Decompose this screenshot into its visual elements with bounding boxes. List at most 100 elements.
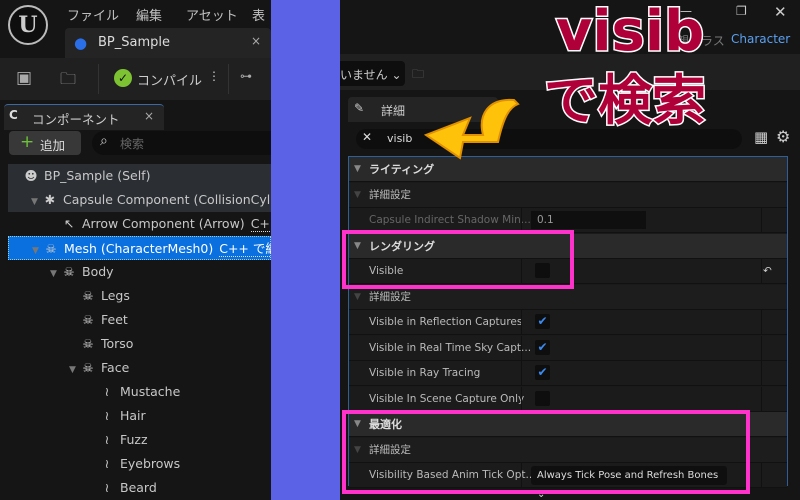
tree-item[interactable]: ≀ Mustache — [8, 380, 271, 404]
tree-item-label: Fuzz — [120, 432, 148, 447]
column-divider — [761, 259, 762, 283]
menu-edit[interactable]: 編集 — [136, 5, 162, 24]
column-divider — [521, 208, 522, 232]
advanced-subheader[interactable]: ▼ 詳細設定 — [349, 182, 787, 208]
skeleton-icon: ☠ — [82, 312, 94, 327]
tree-item-label: Capsule Component (CollisionCylinder) — [63, 192, 271, 207]
expand-triangle-icon[interactable]: ▼ — [69, 358, 81, 382]
annotation-text-search: で検索 — [543, 68, 708, 133]
tree-item[interactable]: ▼ ☠ Face — [8, 356, 271, 380]
dropdown-value: いません — [340, 68, 388, 82]
divider-band — [271, 0, 340, 500]
divider — [98, 64, 99, 94]
highlight-box-rendering — [342, 230, 574, 289]
edit-in-cpp-link[interactable]: C++ で編集 — [219, 241, 271, 257]
close-components-icon[interactable]: × — [144, 109, 154, 123]
tree-item-label: Torso — [101, 336, 134, 351]
tree-item[interactable]: ☠ Torso — [8, 332, 271, 356]
tree-item[interactable]: ≀ Eyebrows — [8, 452, 271, 476]
restore-icon[interactable]: ❐ — [736, 4, 747, 18]
compile-button[interactable]: コンパイル — [137, 70, 202, 89]
search-placeholder: 検索 — [120, 137, 145, 151]
reset-to-default-icon[interactable]: ↶ — [763, 259, 772, 284]
checkbox-unchecked[interactable] — [535, 390, 550, 406]
close-tab-icon[interactable]: × — [251, 34, 261, 48]
components-search-input[interactable]: ⌕ 検索 — [92, 131, 271, 155]
compile-check-icon: ✓ — [114, 69, 132, 87]
unreal-logo[interactable]: U — [8, 5, 48, 45]
skeleton-icon: ☠ — [82, 360, 94, 375]
add-component-button[interactable]: + 追加 — [9, 131, 81, 155]
skeleton-icon: ☠ — [45, 241, 57, 256]
hair-icon: ≀ — [104, 480, 110, 495]
save-icon[interactable]: ▣ — [16, 68, 32, 88]
column-divider — [761, 335, 762, 360]
expand-triangle-icon[interactable]: ▼ — [50, 262, 62, 286]
property-label: 詳細設定 — [369, 188, 411, 201]
tree-item[interactable]: ☻ BP_Sample (Self) — [8, 164, 271, 188]
blueprint-icon: ● — [74, 34, 88, 52]
browse-icon[interactable]: 🗀 — [60, 68, 76, 95]
tree-item[interactable]: ▼✱ Capsule Component (CollisionCylinder) — [8, 188, 271, 212]
property-label: Visible in Ray Tracing — [369, 367, 481, 379]
tree-item-label: Face — [101, 360, 130, 375]
checkbox-checked[interactable]: ✔ — [535, 365, 550, 380]
property-row: Visible in Real Time Sky Capt... ✔ — [349, 335, 787, 361]
diff-icon[interactable]: ⊶ — [240, 69, 252, 83]
collapse-triangle-icon[interactable]: ▼ — [354, 183, 361, 208]
add-label: 追加 — [40, 138, 66, 153]
collapse-triangle-icon[interactable]: ▼ — [354, 157, 361, 182]
checkbox-checked[interactable]: ✔ — [535, 339, 550, 355]
tree-item[interactable]: ☠ Legs — [8, 284, 271, 308]
tree-item-label: Arrow Component (Arrow) — [82, 216, 245, 231]
components-title: コンポーネント — [32, 112, 120, 127]
expand-triangle-icon[interactable]: ▼ — [31, 190, 43, 214]
hair-icon: ≀ — [104, 408, 110, 423]
menu-asset[interactable]: アセット — [186, 5, 238, 24]
tree-item[interactable]: ≀ Beard — [8, 476, 271, 500]
components-tab[interactable]: C コンポーネント × — [4, 104, 164, 130]
debug-filter-dropdown[interactable]: いません ⌄ — [340, 61, 405, 86]
tree-item[interactable]: ≀ Hair — [8, 404, 271, 428]
yellow-arrow-annotation — [423, 98, 520, 160]
pencil-icon: ✎ — [354, 101, 365, 115]
checkbox-checked[interactable]: ✔ — [535, 314, 550, 329]
property-matrix-icon[interactable]: ▦ — [754, 128, 768, 146]
search-icon: ⌕ — [100, 133, 108, 149]
tree-item[interactable]: ↖ Arrow Component (Arrow) C++ で編集 — [8, 212, 271, 236]
numeric-input[interactable]: 0.1 — [531, 211, 646, 229]
tree-item[interactable]: ▼ ☠ Body — [8, 260, 271, 284]
tree-item[interactable]: ≀ Fuzz — [8, 428, 271, 452]
details-panel-screenshot: — ❐ ✕ 親クラス Character いません ⌄ 🗀 ✎ 詳細 ✕ vis… — [340, 0, 800, 500]
settings-gear-icon[interactable]: ⚙ — [776, 127, 790, 146]
column-divider — [761, 310, 762, 334]
category-header[interactable]: ▼ ライティング — [349, 157, 787, 182]
tree-item[interactable]: ☠ Feet — [8, 308, 271, 332]
details-search-input[interactable]: ✕ visib — [356, 129, 742, 149]
highlight-box-optimization — [342, 410, 750, 494]
column-divider — [761, 463, 762, 487]
toolbar: ▣ 🗀 ✓ コンパイル ⋮ ⊶ — [0, 58, 271, 100]
hair-icon: ≀ — [104, 432, 110, 447]
components-icon: C — [9, 108, 18, 122]
details-title: 詳細 — [381, 104, 406, 118]
menu-file[interactable]: ファイル — [67, 5, 119, 24]
property-label: Visible in Real Time Sky Capt... — [369, 341, 532, 354]
window-close-icon[interactable]: ✕ — [774, 3, 787, 21]
tree-item-label: Legs — [101, 288, 130, 303]
tree-item[interactable]: ▼☠Mesh (CharacterMesh0)C++ で編集 — [8, 236, 271, 260]
tab-bp-sample[interactable]: ● BP_Sample × — [65, 28, 271, 58]
capsule-icon: ✱ — [44, 192, 56, 207]
compile-options-button[interactable]: ⋮ — [208, 69, 220, 83]
parent-class-link[interactable]: Character — [731, 32, 790, 46]
component-tree: ☻ BP_Sample (Self) ▼ ✱ Capsule Component (Co… — [8, 164, 271, 500]
edit-in-cpp-link[interactable]: C++ で編集 — [250, 216, 271, 232]
clear-search-icon[interactable]: ✕ — [362, 130, 372, 144]
column-divider — [521, 335, 522, 360]
skeleton-icon: ☠ — [82, 288, 94, 303]
divider — [228, 64, 229, 94]
search-value: visib — [387, 132, 413, 145]
tree-item-label: Beard — [120, 480, 157, 495]
find-folder-icon[interactable]: 🗀 — [412, 65, 424, 86]
tree-item-label: Mustache — [120, 384, 181, 399]
